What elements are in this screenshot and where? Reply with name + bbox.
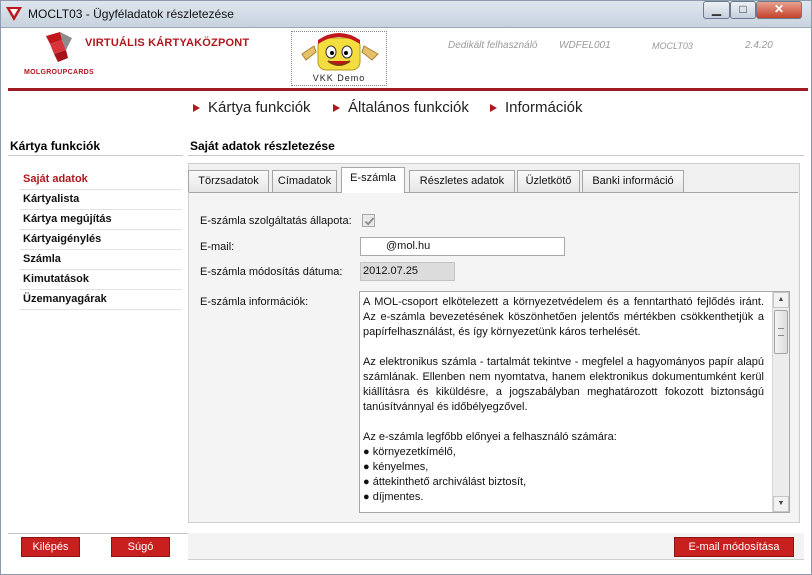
sidebar-item-kimutatasok[interactable]: Kimutatások [20,270,182,290]
scroll-down-icon[interactable]: ▼ [773,496,789,512]
tab-reszletes-adatok[interactable]: Részletes adatok [409,170,515,192]
email-field[interactable]: @mol.hu [360,237,565,256]
arrow-right-icon [333,103,340,112]
info-label: E-számla információk: [200,296,309,308]
app-icon [6,7,22,21]
scroll-thumb[interactable] [774,310,788,354]
modified-date-label: E-számla módosítás dátuma: [200,266,343,278]
topnav-kartya-funkciok[interactable]: Kártya funkciók [193,99,311,116]
info-list-intro: Az e-számla legfőbb előnyei a felhasznál… [363,431,617,443]
info-paragraph: A MOL-csoport elkötelezett a környezetvé… [363,296,764,338]
info-list-item: ● környezetkímélő, [363,446,456,458]
tab-banki-informacio[interactable]: Banki információ [582,170,684,192]
scroll-up-icon[interactable]: ▲ [773,292,789,308]
tab-torzsadatok[interactable]: Törzsadatok [188,170,269,192]
header-divider [8,88,808,91]
topnav-label: Kártya funkciók [208,99,311,116]
mascot-icon [301,33,379,71]
maximize-button[interactable]: □ [730,1,756,19]
exit-button[interactable]: Kilépés [21,537,80,557]
email-modify-button[interactable]: E-mail módosítása [674,537,794,557]
sidebar-item-kartyalista[interactable]: Kártyalista [20,190,182,210]
info-scrollbar[interactable]: ▲ ▼ [772,292,789,512]
sidebar-menu: Saját adatok Kártyalista Kártya megújítá… [20,170,182,310]
service-status-checkbox[interactable] [362,214,375,227]
info-textarea[interactable]: A MOL-csoport elkötelezett a környezetvé… [359,291,790,513]
info-text: A MOL-csoport elkötelezett a környezetvé… [363,295,764,505]
brand-title: VIRTUÁLIS KÁRTYAKÖZPONT [85,37,250,49]
app-version: 2.4.20 [745,40,773,51]
tab-uzletkoto[interactable]: Üzletkötő [517,170,580,192]
checkmark-icon [364,217,375,226]
screen-code: MOCLT03 [652,41,693,51]
sidebar-title: Kártya funkciók [8,139,183,156]
topnav-altalanos-funkciok[interactable]: Általános funkciók [333,99,469,116]
user-role-label: Dedikált felhasználó [448,40,538,51]
arrow-right-icon [193,103,200,112]
topnav-label: Információk [505,99,583,116]
email-label: E-mail: [200,241,235,253]
info-paragraph: Az elektronikus számla - tartalmát tekin… [363,356,764,413]
user-id: WDFEL001 [559,40,611,51]
sidebar-item-szamla[interactable]: Számla [20,250,182,270]
info-list-item: ● kényelmes, [363,461,429,473]
minimize-button[interactable]: ▁ [703,1,730,19]
window-titlebar: MOCLT03 - Ügyféladatok részletezése ▁ □ … [0,0,812,28]
topnav-label: Általános funkciók [348,99,469,116]
app-header: VIRTUÁLIS KÁRTYAKÖZPONT MOLGROUPCARDS VK… [8,28,808,88]
sidebar-item-kartyaigenyles[interactable]: Kártyaigénylés [20,230,182,250]
mascot-image: VKK Demo [291,31,387,86]
help-button[interactable]: Súgó [111,537,170,557]
info-list-item: ● díjmentes. [363,491,424,503]
modified-date-value: 2012.07.25 [360,262,455,281]
close-button[interactable]: ✕ [756,1,802,19]
info-list-item: ● áttekinthető archiválást biztosít, [363,476,527,488]
mascot-label: VKK Demo [312,73,366,83]
sidebar-item-sajat-adatok[interactable]: Saját adatok [20,170,182,190]
molgroup-logo-icon [46,32,72,62]
page-title: Saját adatok részletezése [188,139,804,156]
status-label: E-számla szolgáltatás állapota: [200,215,352,227]
tab-cimadatok[interactable]: Címadatok [272,170,337,192]
brand-subtitle: MOLGROUPCARDS [24,69,95,76]
tab-e-szamla[interactable]: E-számla [341,167,405,193]
sidebar-item-kartya-megujitas[interactable]: Kártya megújítás [20,210,182,230]
sidebar-item-uzemanyagarak[interactable]: Üzemanyagárak [20,290,182,310]
arrow-right-icon [490,103,497,112]
window-title: MOCLT03 - Ügyféladatok részletezése [28,7,234,21]
topnav-informaciok[interactable]: Információk [490,99,583,116]
